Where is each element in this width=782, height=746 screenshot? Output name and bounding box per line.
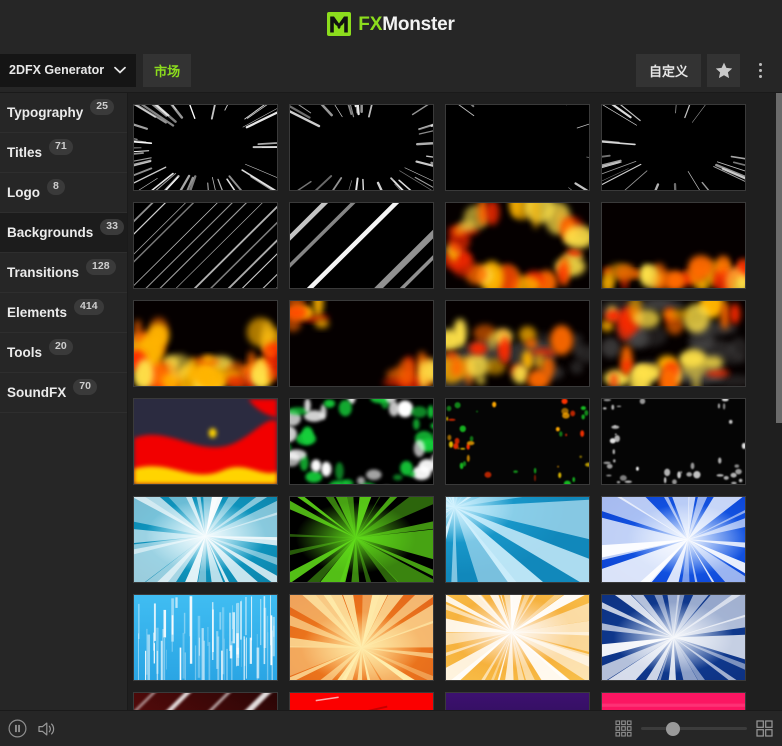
asset-thumbnail[interactable] [445,104,590,191]
asset-thumbnail[interactable] [289,692,434,710]
asset-thumbnail[interactable] [289,300,434,387]
asset-thumbnail[interactable] [601,202,746,289]
thumbnail-size-control [615,720,773,737]
pause-button[interactable] [8,719,27,738]
slider-rail [641,727,747,730]
tab-market-label: 市场 [154,63,181,79]
asset-grid-scrollbar[interactable] [776,93,782,710]
sidebar-item-label: Transitions [7,265,80,280]
asset-thumbnail[interactable] [133,300,278,387]
volume-icon [38,722,55,735]
main-toolbar: 2DFX Generator 市场 自定义 [0,48,782,93]
asset-thumbnail[interactable] [289,594,434,681]
chevron-down-icon [114,66,127,74]
sidebar-item-soundfx[interactable]: SoundFX 70 [0,373,127,413]
customize-button[interactable]: 自定义 [635,53,701,87]
star-icon [715,62,732,78]
asset-thumbnail[interactable] [289,398,434,485]
asset-thumbnail[interactable] [445,300,590,387]
tab-market[interactable]: 市场 [143,53,192,87]
customize-button-label: 自定义 [648,63,688,79]
sidebar-item-label: Tools [7,345,42,360]
sidebar-item-elements[interactable]: Elements 414 [0,293,127,333]
favorites-button[interactable] [707,53,740,87]
grid-2x2-icon[interactable] [756,720,773,737]
generator-dropdown[interactable]: 2DFX Generator [0,53,137,87]
monster-m-logo-icon [327,12,352,36]
kebab-menu-icon [758,62,762,78]
grid-3x3-icon[interactable] [615,720,632,737]
asset-thumbnail[interactable] [445,398,590,485]
asset-thumbnail[interactable] [601,398,746,485]
volume-button[interactable] [37,720,57,738]
sidebar-item-label: Elements [7,305,68,320]
sidebar-item-count: 71 [49,139,73,155]
sidebar-item-label: Titles [7,145,43,160]
main-body: Typography 25 Titles 71 Logo 8 Backgroun… [0,93,782,710]
asset-thumbnail[interactable] [133,496,278,583]
sidebar-item-tools[interactable]: Tools 20 [0,333,127,373]
sidebar-item-label: SoundFX [7,385,67,400]
pause-circle-icon [8,719,27,738]
asset-thumbnail[interactable] [289,496,434,583]
asset-grid [128,93,782,710]
sidebar-item-count: 70 [73,379,97,395]
sidebar-item-count: 414 [74,299,104,315]
asset-thumbnail[interactable] [445,692,590,710]
asset-thumbnail[interactable] [601,104,746,191]
app-logo: FXMonster [327,12,455,36]
asset-thumbnail[interactable] [133,594,278,681]
logo-text-monster: Monster [382,13,455,35]
asset-thumbnail[interactable] [289,104,434,191]
category-sidebar: Typography 25 Titles 71 Logo 8 Backgroun… [0,93,128,710]
thumbnail-size-slider[interactable] [641,721,747,736]
asset-thumbnail[interactable] [445,594,590,681]
app-header: FXMonster [0,0,782,48]
asset-thumbnail[interactable] [133,692,278,710]
sidebar-item-count: 8 [47,179,65,195]
scrollbar-thumb[interactable] [776,93,782,423]
sidebar-item-typography[interactable]: Typography 25 [0,93,127,133]
asset-thumbnail[interactable] [601,594,746,681]
player-footer [0,710,782,746]
playback-controls [8,719,57,738]
asset-thumbnail[interactable] [601,300,746,387]
sidebar-item-count: 20 [49,339,73,355]
asset-thumbnail[interactable] [601,692,746,710]
sidebar-item-count: 25 [90,99,114,115]
app-window: FXMonster 2DFX Generator 市场 自定义 Typograp… [0,0,782,746]
sidebar-item-count: 33 [100,219,124,235]
asset-thumbnail[interactable] [601,496,746,583]
asset-thumbnail[interactable] [289,202,434,289]
sidebar-item-label: Logo [7,185,40,200]
asset-thumbnail[interactable] [445,202,590,289]
logo-text-fx: FX [358,13,383,35]
sidebar-item-label: Backgrounds [7,225,94,240]
sidebar-item-label: Typography [7,105,84,120]
slider-thumb[interactable] [665,721,680,736]
sidebar-item-logo[interactable]: Logo 8 [0,173,127,213]
asset-thumbnail[interactable] [133,398,278,485]
asset-thumbnail[interactable] [133,104,278,191]
asset-thumbnail[interactable] [445,496,590,583]
sidebar-item-titles[interactable]: Titles 71 [0,133,127,173]
sidebar-item-transitions[interactable]: Transitions 128 [0,253,127,293]
asset-thumbnail[interactable] [133,202,278,289]
asset-browser [128,93,782,710]
sidebar-item-backgrounds[interactable]: Backgrounds 33 [0,213,127,253]
sidebar-item-count: 128 [86,259,116,275]
generator-dropdown-label: 2DFX Generator [9,63,105,77]
more-options-button[interactable] [746,53,774,87]
